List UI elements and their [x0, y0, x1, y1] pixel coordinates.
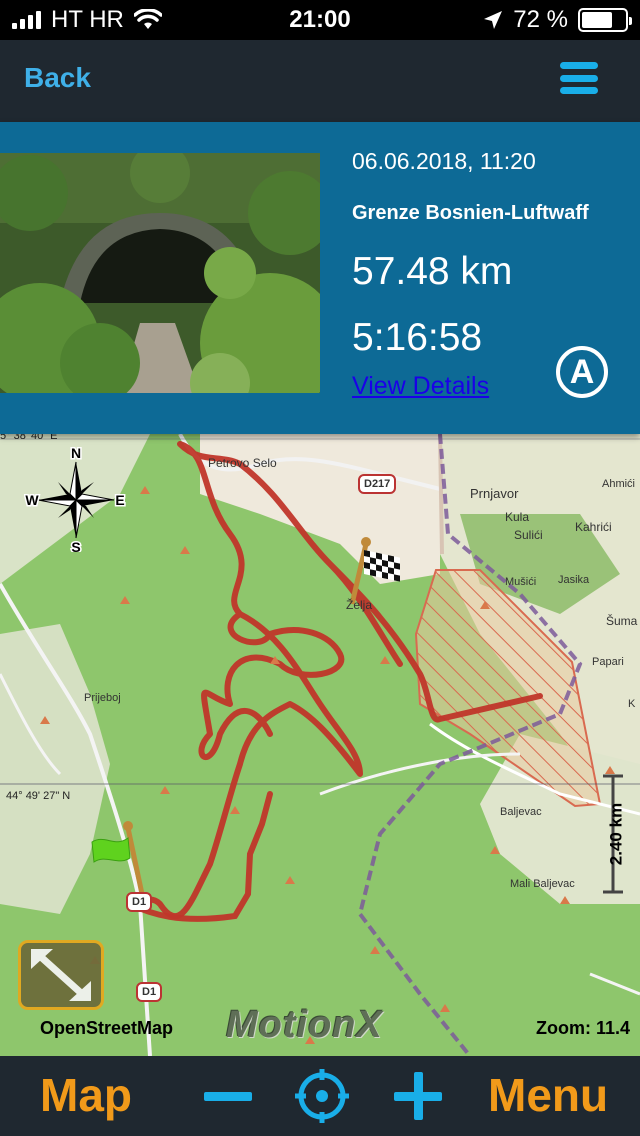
place-label: Jasika — [558, 574, 590, 586]
place-label: Mali Baljevac — [510, 878, 575, 890]
plus-icon[interactable] — [394, 1072, 442, 1120]
place-label: Kula — [505, 510, 530, 524]
track-name: Grenze Bosnien-Luftwaff — [352, 202, 589, 224]
compass-n: N — [71, 445, 81, 461]
place-label: Petrovo Selo — [208, 456, 277, 470]
crosshair-icon[interactable] — [294, 1068, 350, 1124]
status-right: 72 % — [483, 6, 632, 34]
battery-fill — [582, 12, 613, 28]
activity-badge-icon[interactable]: A — [556, 346, 608, 398]
view-details-link[interactable]: View Details — [352, 372, 489, 401]
compass-s: S — [71, 539, 80, 552]
expand-map-icon[interactable] — [18, 940, 104, 1010]
place-label: Željа — [346, 598, 373, 612]
scale-label: 2.40 km — [606, 802, 625, 866]
track-photo[interactable] — [0, 153, 320, 393]
status-bar: HT HR 21:00 72 % — [0, 0, 640, 40]
bottom-toolbar: Map Menu — [0, 1056, 640, 1136]
longitude-label: 5° 38' 40" E — [0, 434, 58, 442]
back-button[interactable]: Back — [24, 62, 91, 94]
minus-icon[interactable] — [204, 1092, 252, 1101]
navigation-bar: Back — [0, 40, 640, 122]
compass-e: E — [115, 492, 124, 508]
menu-button[interactable]: Menu — [488, 1068, 608, 1122]
track-duration: 5:16:58 — [352, 316, 483, 359]
place-label: Šuma — [606, 614, 638, 628]
place-label: Sulići — [514, 528, 543, 542]
place-label: Prnjavor — [470, 486, 519, 501]
hamburger-menu-icon[interactable] — [560, 62, 598, 94]
battery-percent: 72 % — [513, 6, 568, 33]
latitude-label: 44° 49' 27" N — [6, 790, 71, 802]
battery-icon — [578, 8, 632, 32]
road-shield: D217 — [358, 474, 397, 494]
location-arrow-icon — [484, 11, 503, 29]
place-label: Kahrići — [575, 520, 612, 534]
map-button[interactable]: Map — [40, 1068, 132, 1122]
motionx-logo: MotionX — [226, 1004, 383, 1046]
place-label: Baljevac — [500, 806, 542, 818]
road-shield: D1 — [136, 982, 163, 1002]
map-attribution: OpenStreetMap — [40, 1018, 174, 1038]
zoom-level: Zoom: 11.4 — [535, 1018, 630, 1038]
place-label: Ahmići — [602, 478, 636, 490]
map-view[interactable]: Petrovo Selo Prnjavor Ahmići Kula Kahrić… — [0, 434, 640, 1056]
track-info-panel: 06.06.2018, 11:20 Grenze Bosnien-Luftwaf… — [0, 122, 640, 434]
compass-w: W — [25, 492, 39, 508]
place-label: Mušići — [505, 576, 537, 588]
compass-rose-icon: N S E W — [24, 442, 128, 557]
place-label: K — [628, 698, 636, 710]
place-label: Papari — [592, 656, 624, 668]
place-label: Prijeboj — [84, 692, 121, 704]
track-distance: 57.48 km — [352, 250, 513, 293]
track-date: 06.06.2018, 11:20 — [352, 148, 536, 174]
road-shield: D1 — [126, 892, 153, 912]
